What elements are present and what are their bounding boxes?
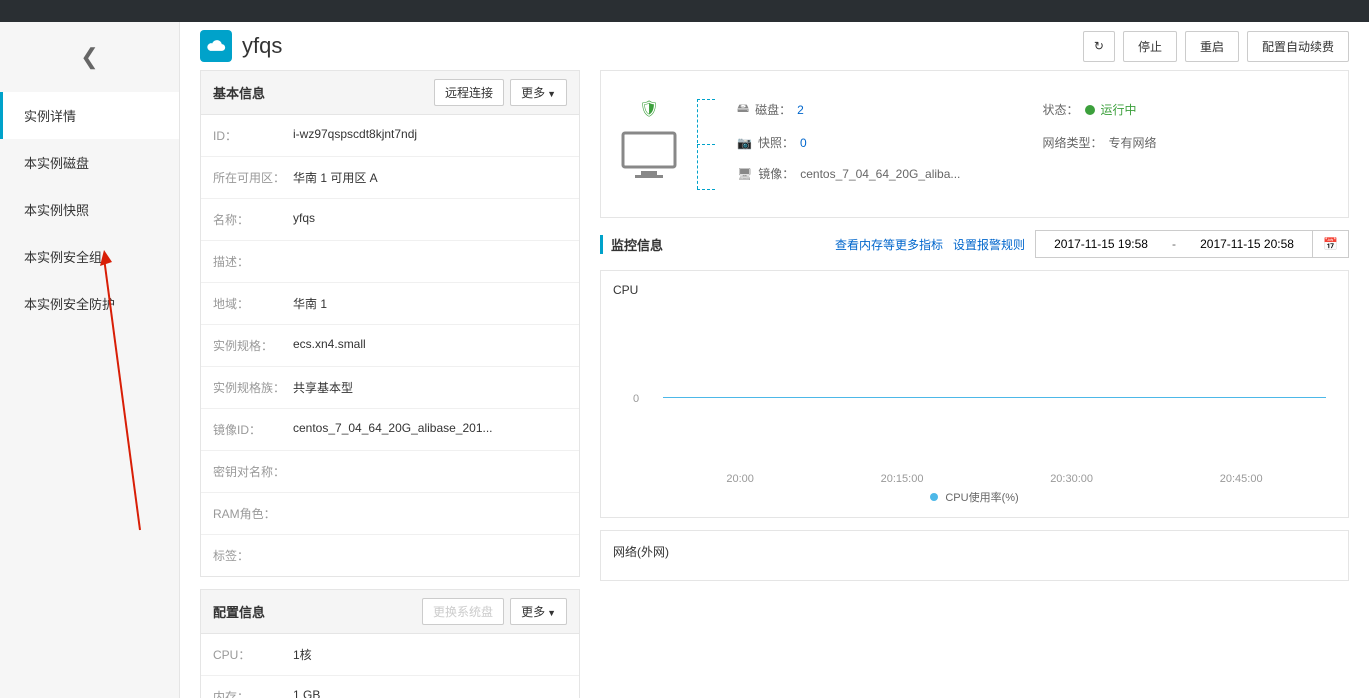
right-column: 🛡 🖴 bbox=[600, 70, 1349, 698]
config-info-title: 配置信息 bbox=[213, 602, 265, 621]
info-row-spec: 实例规格：ecs.xn4.small bbox=[201, 325, 579, 367]
x-axis-tick: 20:00 bbox=[726, 473, 754, 485]
network-chart-title: 网络(外网) bbox=[613, 543, 1336, 560]
change-disk-button[interactable]: 更换系统盘 bbox=[422, 598, 504, 625]
network-chart-panel: 网络(外网) bbox=[600, 530, 1349, 581]
cpu-chart-legend: CPU使用率(%) bbox=[613, 489, 1336, 505]
status-dot-icon bbox=[1085, 105, 1095, 115]
date-end-input[interactable] bbox=[1182, 231, 1312, 257]
cpu-chart-title: CPU bbox=[613, 283, 1336, 297]
info-row-keypair: 密钥对名称： bbox=[201, 451, 579, 493]
info-row-memory: 内存：1 GB bbox=[201, 676, 579, 698]
summary-snapshot: 📷 快照： 0 bbox=[737, 134, 1023, 151]
info-row-zone: 所在可用区：华南 1 可用区 A bbox=[201, 157, 579, 199]
info-row-cpu: CPU：1核 bbox=[201, 634, 579, 676]
legend-dot-icon bbox=[930, 493, 938, 501]
image-icon: 🖥 bbox=[737, 167, 752, 181]
connector-line-icon bbox=[697, 189, 715, 190]
sidebar-item-instance-security-group[interactable]: 本实例安全组 bbox=[0, 233, 179, 280]
sidebar-item-label: 实例详情 bbox=[24, 109, 76, 124]
calendar-icon[interactable]: 📅 bbox=[1312, 231, 1348, 257]
cloud-icon bbox=[200, 30, 232, 62]
set-alarm-link[interactable]: 设置报警规则 bbox=[953, 236, 1025, 253]
left-sidebar: ❮ 实例详情 本实例磁盘 本实例快照 本实例安全组 本实例安全防护 bbox=[0, 22, 180, 698]
monitor-section-title: 监控信息 bbox=[600, 235, 663, 254]
sidebar-item-instance-disk[interactable]: 本实例磁盘 bbox=[0, 139, 179, 186]
x-axis-tick: 20:30:00 bbox=[1050, 473, 1093, 485]
summary-status: 状态： 运行中 bbox=[1043, 99, 1329, 120]
x-axis-tick: 20:15:00 bbox=[881, 473, 924, 485]
info-row-region: 地域：华南 1 bbox=[201, 283, 579, 325]
cpu-chart-panel: CPU 0 20:00 20:15:00 20:30:00 20:45:00 bbox=[600, 270, 1349, 518]
page-header: yfqs ↻ 停止 重启 配置自动续费 bbox=[180, 22, 1369, 70]
info-row-id: ID：i-wz97qspscdt8kjnt7ndj bbox=[201, 115, 579, 157]
left-column: 基本信息 远程连接 更多▼ ID：i-wz97qspscdt8kjnt7ndj … bbox=[200, 70, 580, 698]
header-actions: ↻ 停止 重启 配置自动续费 bbox=[1083, 31, 1349, 62]
sidebar-item-label: 本实例磁盘 bbox=[24, 156, 89, 171]
refresh-button[interactable]: ↻ bbox=[1083, 31, 1115, 62]
summary-network: 网络类型： 专有网络 bbox=[1043, 134, 1329, 151]
config-info-panel: 配置信息 更换系统盘 更多▼ CPU：1核 内存：1 GB bbox=[200, 589, 580, 698]
date-range-picker[interactable]: - 📅 bbox=[1035, 230, 1349, 258]
info-row-tag: 标签： bbox=[201, 535, 579, 576]
summary-disk: 🖴 磁盘： 2 bbox=[737, 99, 1023, 120]
main-layout: ❮ 实例详情 本实例磁盘 本实例快照 本实例安全组 本实例安全防护 bbox=[0, 22, 1369, 698]
top-nav-bar bbox=[0, 0, 1369, 22]
auto-renew-button[interactable]: 配置自动续费 bbox=[1247, 31, 1349, 62]
monitor-section-header: 监控信息 查看内存等更多指标 设置报警规则 - 📅 bbox=[600, 230, 1349, 258]
info-row-desc: 描述： bbox=[201, 241, 579, 283]
sidebar-item-label: 本实例安全组 bbox=[24, 250, 102, 265]
info-row-name: 名称：yfqs bbox=[201, 199, 579, 241]
chevron-left-icon: ❮ bbox=[80, 44, 98, 70]
sidebar-item-instance-detail[interactable]: 实例详情 bbox=[0, 92, 179, 139]
content-columns: 基本信息 远程连接 更多▼ ID：i-wz97qspscdt8kjnt7ndj … bbox=[180, 70, 1369, 698]
connector-line-icon bbox=[697, 99, 715, 100]
date-start-input[interactable] bbox=[1036, 231, 1166, 257]
sidebar-item-instance-snapshot[interactable]: 本实例快照 bbox=[0, 186, 179, 233]
basic-info-title: 基本信息 bbox=[213, 83, 265, 102]
x-axis-tick: 20:45:00 bbox=[1220, 473, 1263, 485]
remote-connect-button[interactable]: 远程连接 bbox=[434, 79, 504, 106]
sidebar-item-label: 本实例安全防护 bbox=[24, 297, 115, 312]
cpu-chart-area: 0 20:00 20:15:00 20:30:00 20:45:00 bbox=[613, 305, 1336, 485]
restart-button[interactable]: 重启 bbox=[1185, 31, 1239, 62]
sidebar-back-button[interactable]: ❮ bbox=[0, 22, 179, 92]
sidebar-item-label: 本实例快照 bbox=[24, 203, 89, 218]
y-axis-tick: 0 bbox=[633, 393, 639, 405]
connector-line-icon bbox=[697, 144, 715, 145]
config-info-more-button[interactable]: 更多▼ bbox=[510, 598, 567, 625]
refresh-icon: ↻ bbox=[1094, 39, 1104, 53]
monitor-icon bbox=[621, 131, 677, 179]
basic-info-panel: 基本信息 远程连接 更多▼ ID：i-wz97qspscdt8kjnt7ndj … bbox=[200, 70, 580, 577]
info-row-ram: RAM角色： bbox=[201, 493, 579, 535]
summary-image: 🖥 镜像： centos_7_04_64_20G_aliba... bbox=[737, 165, 1328, 182]
cpu-usage-line bbox=[663, 397, 1326, 398]
basic-info-more-button[interactable]: 更多▼ bbox=[510, 79, 567, 106]
shield-icon: 🛡 bbox=[639, 99, 659, 119]
snapshot-count-link[interactable]: 0 bbox=[800, 136, 807, 150]
stop-button[interactable]: 停止 bbox=[1123, 31, 1177, 62]
view-memory-link[interactable]: 查看内存等更多指标 bbox=[835, 236, 943, 253]
snapshot-icon: 📷 bbox=[737, 136, 752, 150]
sidebar-item-instance-security-protect[interactable]: 本实例安全防护 bbox=[0, 280, 179, 327]
caret-down-icon: ▼ bbox=[547, 89, 556, 99]
caret-down-icon: ▼ bbox=[547, 608, 556, 618]
page-title: yfqs bbox=[242, 33, 282, 59]
disk-icon: 🖴 bbox=[737, 99, 749, 120]
info-row-family: 实例规格族：共享基本型 bbox=[201, 367, 579, 409]
info-row-image: 镜像ID：centos_7_04_64_20G_alibase_201... bbox=[201, 409, 579, 451]
date-separator: - bbox=[1166, 237, 1182, 251]
disk-count-link[interactable]: 2 bbox=[797, 103, 804, 117]
summary-box: 🛡 🖴 bbox=[600, 70, 1349, 218]
